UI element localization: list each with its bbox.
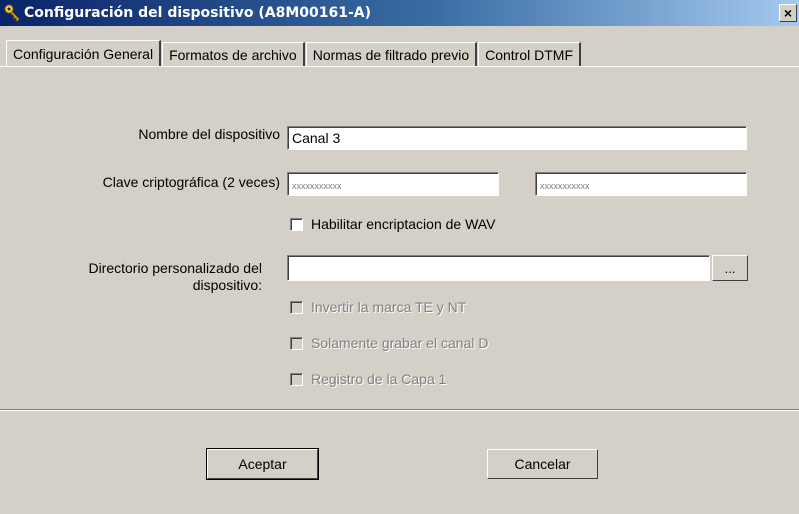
checkbox-label: Habilitar encriptacion de WAV: [311, 216, 496, 232]
checkbox-label: Solamente grabar el canal D: [311, 335, 489, 351]
browse-button[interactable]: ...: [712, 255, 748, 281]
tab-strip: Configuración General Formatos de archiv…: [6, 40, 582, 66]
custom-dir-label-line1: Directorio personalizado del: [88, 260, 262, 276]
cancel-button[interactable]: Cancelar: [487, 449, 598, 479]
invert-te-nt-checkbox: Invertir la marca TE y NT: [290, 299, 466, 315]
tab-prefilter-rules[interactable]: Normas de filtrado previo: [305, 42, 478, 66]
tab-label: Formatos de archivo: [169, 46, 297, 63]
accept-button[interactable]: Aceptar: [206, 448, 319, 480]
window-title: Configuración del dispositivo (A8M00161-…: [24, 5, 372, 21]
tab-label: Configuración General: [13, 45, 154, 62]
tab-panel-border: [0, 66, 799, 67]
checkbox-label: Registro de la Capa 1: [311, 371, 447, 387]
checkbox-box: [290, 372, 303, 386]
cancel-button-label: Cancelar: [514, 456, 571, 472]
checkbox-box: [290, 300, 303, 314]
separator-highlight: [0, 410, 799, 411]
accept-button-label: Aceptar: [238, 456, 287, 472]
tab-dtmf-control[interactable]: Control DTMF: [478, 42, 582, 66]
tab-general[interactable]: Configuración General: [6, 40, 162, 66]
close-button[interactable]: ×: [779, 4, 797, 22]
crypto-key-label: Clave criptográfica (2 veces): [102, 174, 280, 190]
device-name-field[interactable]: Canal 3: [287, 126, 747, 150]
custom-dir-field[interactable]: [287, 255, 710, 281]
custom-dir-label-line2: dispositivo:: [192, 277, 262, 293]
custom-dir-label: Directorio personalizado del dispositivo…: [88, 260, 262, 294]
tab-label: Control DTMF: [485, 46, 574, 63]
title-bar[interactable]: Configuración del dispositivo (A8M00161-…: [0, 0, 799, 26]
close-icon: ×: [783, 5, 793, 21]
tab-file-formats[interactable]: Formatos de archivo: [162, 42, 305, 66]
crypto-key-field-1[interactable]: xxxxxxxxxxx: [287, 172, 499, 196]
checkbox-box[interactable]: [290, 217, 303, 231]
checkbox-box: [290, 336, 303, 350]
tab-label: Normas de filtrado previo: [312, 46, 470, 63]
record-d-channel-checkbox: Solamente grabar el canal D: [290, 335, 488, 351]
crypto-key-field-2[interactable]: xxxxxxxxxxx: [535, 172, 747, 196]
keys-icon: [4, 4, 20, 22]
checkbox-label: Invertir la marca TE y NT: [311, 299, 467, 315]
wav-encryption-checkbox[interactable]: Habilitar encriptacion de WAV: [290, 216, 495, 232]
device-name-label: Nombre del dispositivo: [138, 126, 280, 142]
layer1-log-checkbox: Registro de la Capa 1: [290, 371, 446, 387]
ellipsis-icon: ...: [724, 260, 736, 276]
